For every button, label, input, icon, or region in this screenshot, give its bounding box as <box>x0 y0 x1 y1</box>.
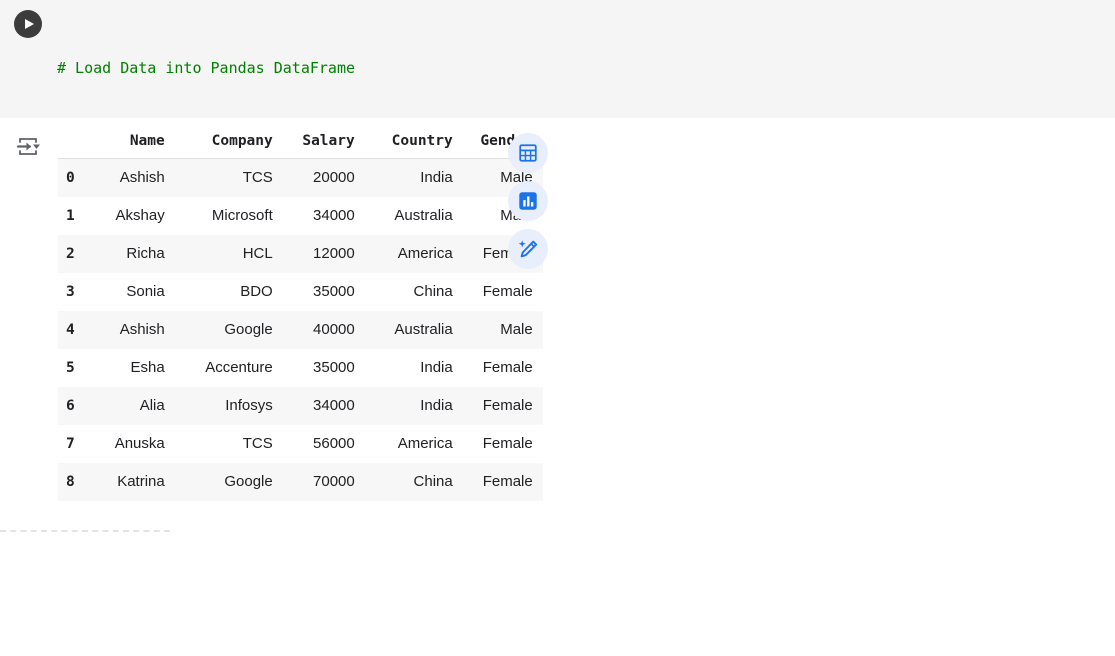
cell-salary: 40000 <box>283 311 365 349</box>
column-header-company: Company <box>175 130 283 159</box>
column-header-country: Country <box>365 130 463 159</box>
cell-salary: 35000 <box>283 273 365 311</box>
dataframe-table: Name Company Salary Country Gender 0 Ash… <box>58 130 543 501</box>
cell-country: America <box>365 235 463 273</box>
cell-country: America <box>365 425 463 463</box>
cell-gender: Female <box>463 387 543 425</box>
cell-country: India <box>365 387 463 425</box>
row-index: 0 <box>58 159 81 197</box>
cell-salary: 20000 <box>283 159 365 197</box>
view-recommended-plots-button[interactable] <box>508 181 548 221</box>
dataframe-body: 0 Ashish TCS 20000 India Male 1 Akshay M… <box>58 159 543 501</box>
column-header-salary: Salary <box>283 130 365 159</box>
view-as-table-button[interactable] <box>508 133 548 173</box>
table-row: 8 Katrina Google 70000 China Female <box>58 463 543 501</box>
cell-gender: Female <box>463 349 543 387</box>
cell-country: Australia <box>365 197 463 235</box>
table-grid-icon <box>517 142 539 164</box>
output-arrow-icon[interactable] <box>14 132 44 162</box>
cell-country: China <box>365 273 463 311</box>
cell-gender: Female <box>463 425 543 463</box>
cell-salary: 34000 <box>283 197 365 235</box>
cell-name: Alia <box>81 387 175 425</box>
generate-code-with-ai-button[interactable] <box>508 229 548 269</box>
cell-company: Microsoft <box>175 197 283 235</box>
row-index: 1 <box>58 197 81 235</box>
row-index: 6 <box>58 387 81 425</box>
table-row: 5 Esha Accenture 35000 India Female <box>58 349 543 387</box>
row-index: 3 <box>58 273 81 311</box>
cell-gender: Female <box>463 273 543 311</box>
table-row: 4 Ashish Google 40000 Australia Male <box>58 311 543 349</box>
cell-company: HCL <box>175 235 283 273</box>
dataframe-header: Name Company Salary Country Gender <box>58 130 543 159</box>
table-row: 3 Sonia BDO 35000 China Female <box>58 273 543 311</box>
cell-company: BDO <box>175 273 283 311</box>
bar-chart-icon <box>517 190 539 212</box>
cell-company: Infosys <box>175 387 283 425</box>
cell-country: India <box>365 159 463 197</box>
cell-gender: Female <box>463 463 543 501</box>
column-header-index <box>58 130 81 159</box>
cell-country: India <box>365 349 463 387</box>
table-row: 2 Richa HCL 12000 America Female <box>58 235 543 273</box>
run-cell-button[interactable] <box>14 10 42 38</box>
table-row: 0 Ashish TCS 20000 India Male <box>58 159 543 197</box>
cell-salary: 56000 <box>283 425 365 463</box>
cell-country: Australia <box>365 311 463 349</box>
cell-name: Akshay <box>81 197 175 235</box>
cell-name: Anuska <box>81 425 175 463</box>
row-index: 5 <box>58 349 81 387</box>
cell-bottom-dashed-divider <box>0 530 170 532</box>
cell-salary: 70000 <box>283 463 365 501</box>
cell-company: Accenture <box>175 349 283 387</box>
code-cell[interactable]: # Load Data into Pandas DataFrame # df =… <box>0 0 1115 118</box>
cell-company: TCS <box>175 425 283 463</box>
cell-name: Sonia <box>81 273 175 311</box>
column-header-name: Name <box>81 130 175 159</box>
code-line: # Load Data into Pandas DataFrame <box>57 57 355 80</box>
cell-company: TCS <box>175 159 283 197</box>
cell-name: Esha <box>81 349 175 387</box>
output-action-buttons <box>508 133 548 269</box>
table-header-row: Name Company Salary Country Gender <box>58 130 543 159</box>
cell-output-area: Name Company Salary Country Gender 0 Ash… <box>0 118 1115 538</box>
play-icon <box>25 19 34 29</box>
row-index: 8 <box>58 463 81 501</box>
cell-name: Katrina <box>81 463 175 501</box>
magic-wand-icon <box>516 237 540 261</box>
cell-company: Google <box>175 311 283 349</box>
cell-name: Ashish <box>81 311 175 349</box>
table-row: 7 Anuska TCS 56000 America Female <box>58 425 543 463</box>
row-index: 4 <box>58 311 81 349</box>
row-index: 7 <box>58 425 81 463</box>
cell-country: China <box>365 463 463 501</box>
cell-name: Richa <box>81 235 175 273</box>
cell-salary: 35000 <box>283 349 365 387</box>
code-token-comment: # Load Data into Pandas DataFrame <box>57 59 355 77</box>
cell-salary: 34000 <box>283 387 365 425</box>
table-row: 6 Alia Infosys 34000 India Female <box>58 387 543 425</box>
output-bottom-spacer <box>170 626 1115 656</box>
table-row: 1 Akshay Microsoft 34000 Australia Male <box>58 197 543 235</box>
cell-company: Google <box>175 463 283 501</box>
cell-name: Ashish <box>81 159 175 197</box>
row-index: 2 <box>58 235 81 273</box>
cell-salary: 12000 <box>283 235 365 273</box>
cell-gender: Male <box>463 311 543 349</box>
